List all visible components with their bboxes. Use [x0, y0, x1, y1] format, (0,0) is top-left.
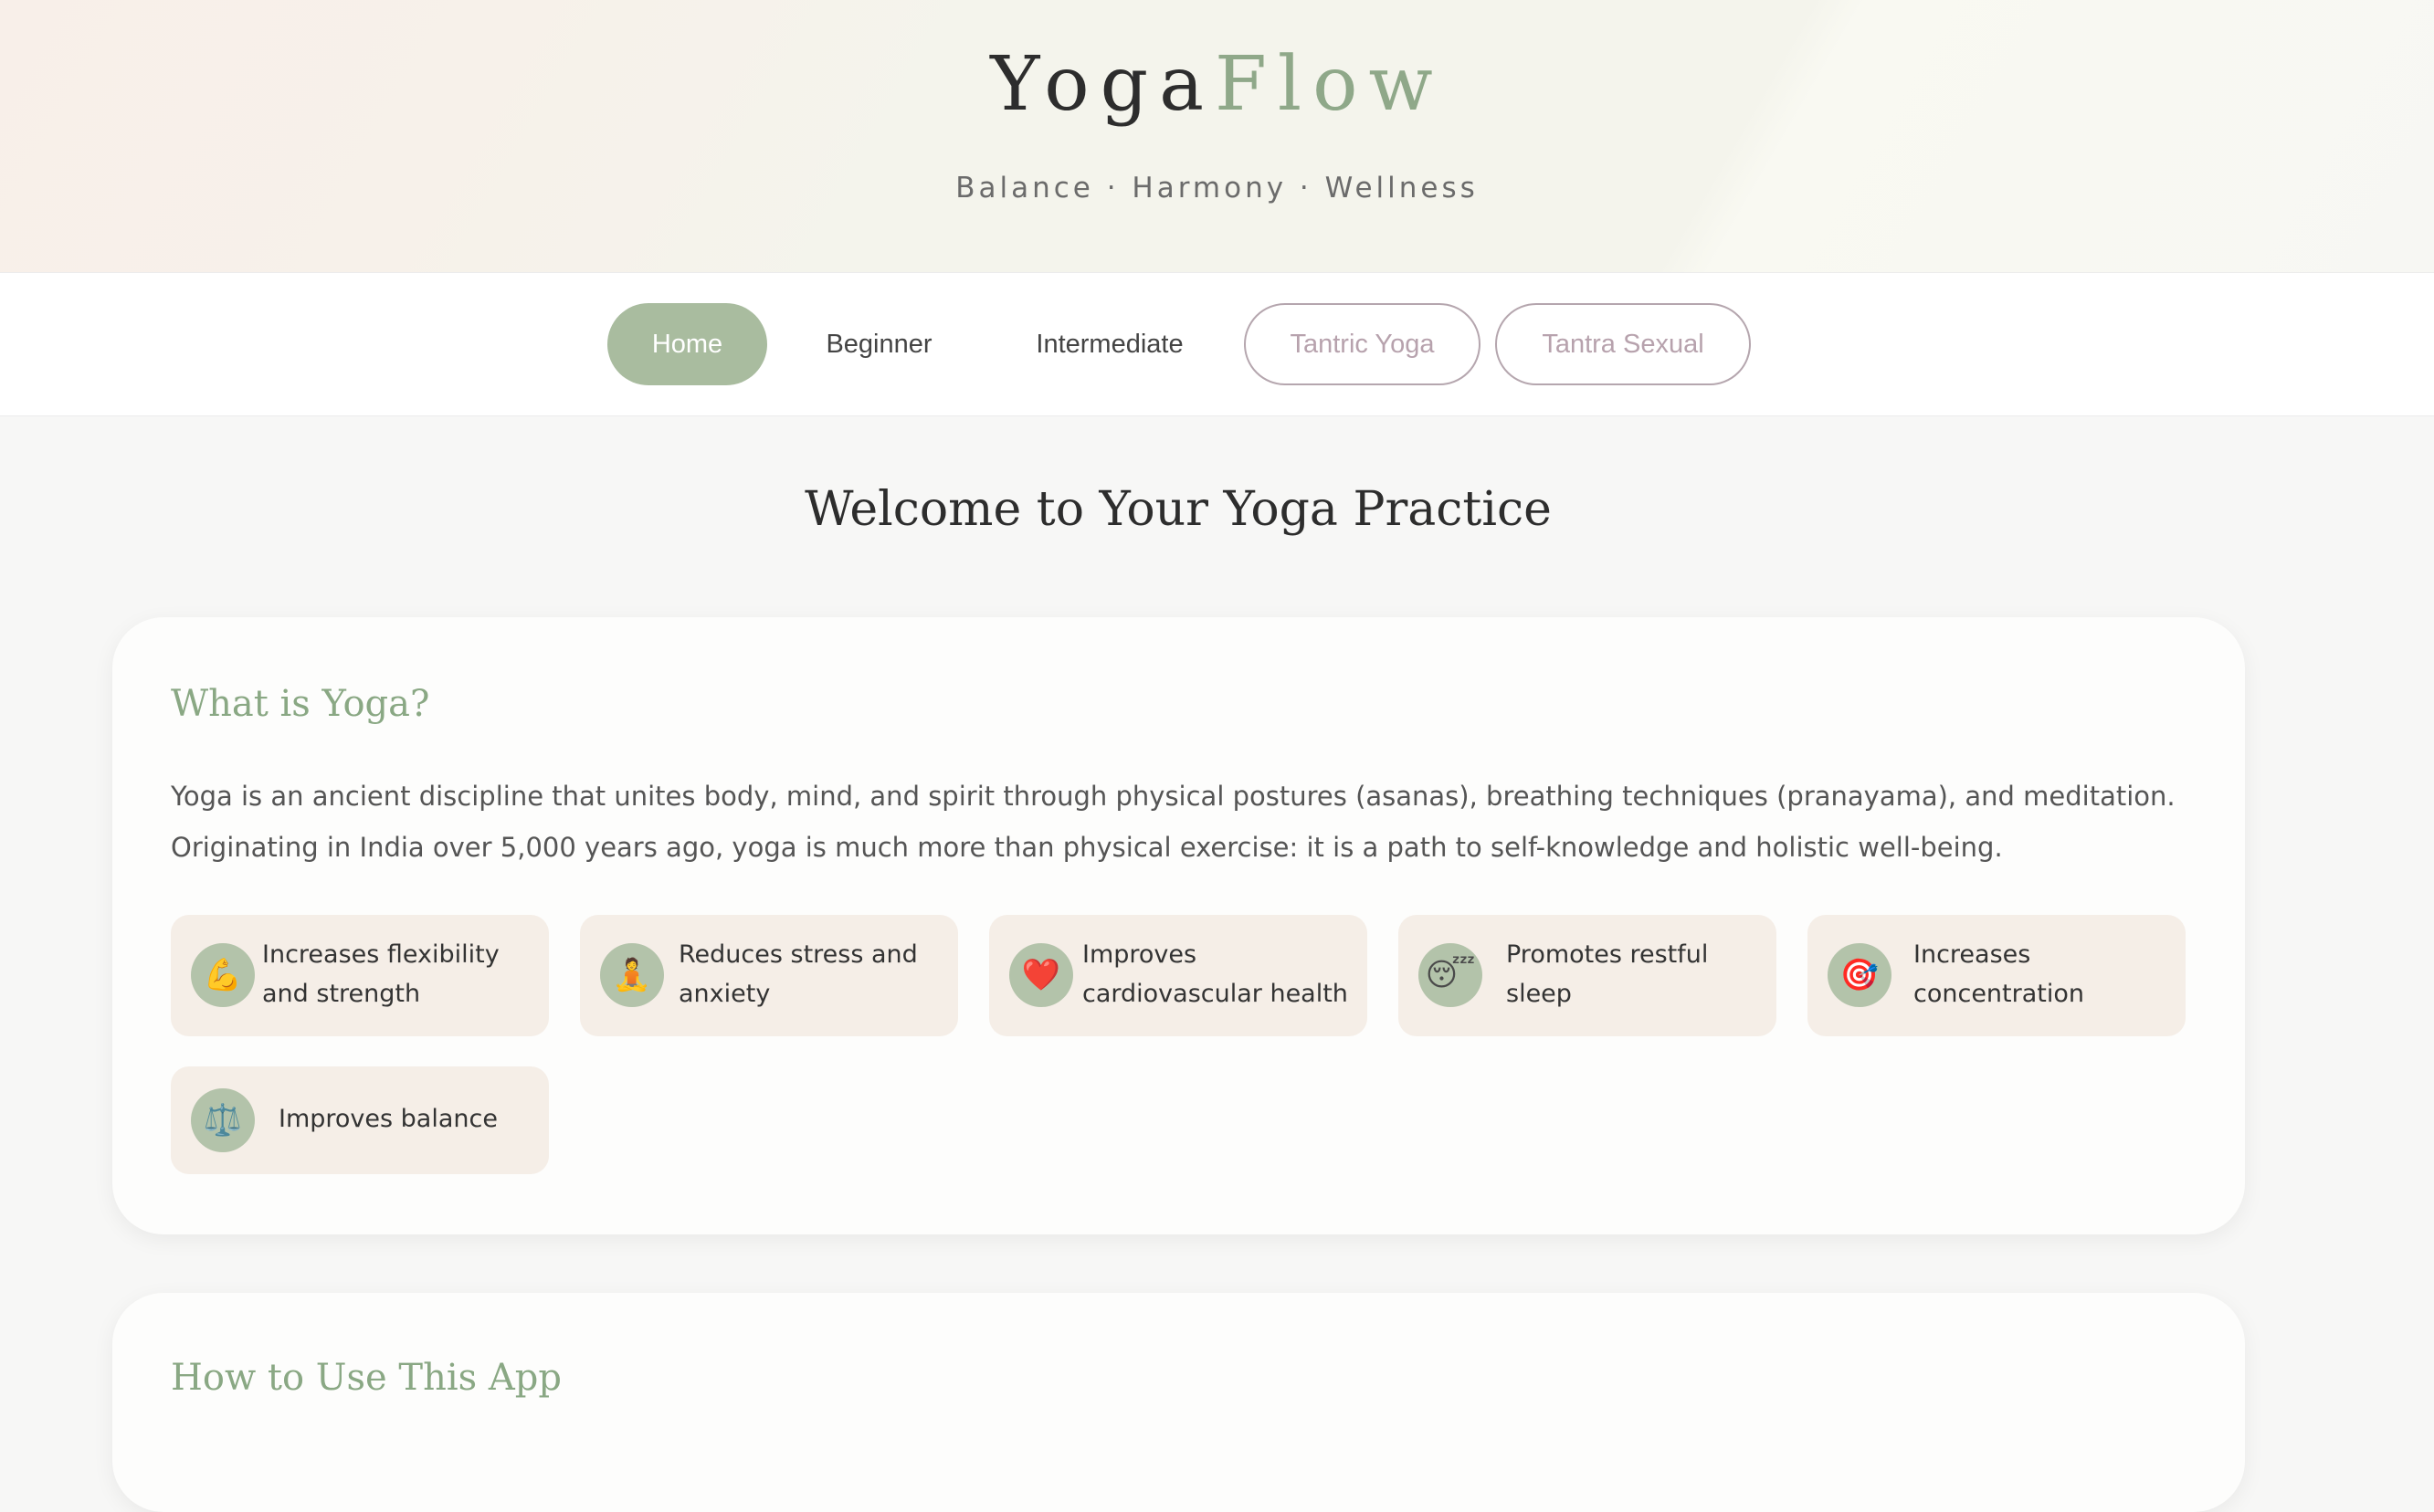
- benefit-item: ❤️ Improves cardiovascular health: [989, 915, 1367, 1036]
- nav-home-button[interactable]: Home: [607, 303, 767, 385]
- sleeping-face-icon: 😴: [1418, 943, 1482, 1007]
- benefit-label: Improves balance: [279, 1105, 498, 1133]
- how-to-use-card: How to Use This App: [112, 1293, 2245, 1512]
- benefit-item: ⚖️ Improves balance: [171, 1066, 549, 1174]
- nav-beginner-button[interactable]: Beginner: [804, 303, 954, 385]
- flexed-biceps-icon: 💪: [191, 943, 255, 1007]
- balance-scale-icon: ⚖️: [191, 1088, 255, 1152]
- heart-icon: ❤️: [1009, 943, 1073, 1007]
- benefit-label: Reduces stress and anxiety: [679, 940, 918, 1008]
- brand-part-flow: Flow: [1215, 41, 1444, 128]
- brand-part-yoga: Yoga: [990, 41, 1216, 128]
- section-title: What is Yoga?: [171, 683, 430, 725]
- benefit-item: 💪 Increases flexibility and strength: [171, 915, 549, 1036]
- brand-logo[interactable]: YogaFlow: [0, 47, 2434, 122]
- what-is-yoga-card: What is Yoga? Yoga is an ancient discipl…: [112, 617, 2245, 1234]
- meditation-icon: 🧘: [600, 943, 664, 1007]
- page-title: Welcome to Your Yoga Practice: [805, 482, 1552, 537]
- target-icon: 🎯: [1828, 943, 1891, 1007]
- benefit-item: 🧘 Reduces stress and anxiety: [580, 915, 958, 1036]
- benefit-item: 😴 Promotes restful sleep: [1398, 915, 1776, 1036]
- benefit-label: Improves cardiovascular health: [1082, 940, 1348, 1008]
- nav-intermediate-button[interactable]: Intermediate: [1009, 303, 1210, 385]
- benefit-item: 🎯 Increases concentration: [1807, 915, 2186, 1036]
- nav-tantric-yoga-button[interactable]: Tantric Yoga: [1244, 303, 1480, 385]
- section-title: How to Use This App: [171, 1357, 562, 1399]
- benefit-label: Increases concentration: [1913, 940, 2084, 1008]
- main-nav: Home Beginner Intermediate Tantric Yoga …: [0, 272, 2434, 416]
- header: YogaFlow Balance · Harmony · Wellness: [0, 0, 2434, 272]
- benefit-label: Promotes restful sleep: [1506, 940, 1709, 1008]
- tagline: Balance · Harmony · Wellness: [955, 172, 1479, 205]
- benefit-label: Increases flexibility and strength: [262, 940, 500, 1008]
- nav-tantra-sexual-button[interactable]: Tantra Sexual: [1495, 303, 1751, 385]
- section-description: Yoga is an ancient discipline that unite…: [171, 781, 2176, 863]
